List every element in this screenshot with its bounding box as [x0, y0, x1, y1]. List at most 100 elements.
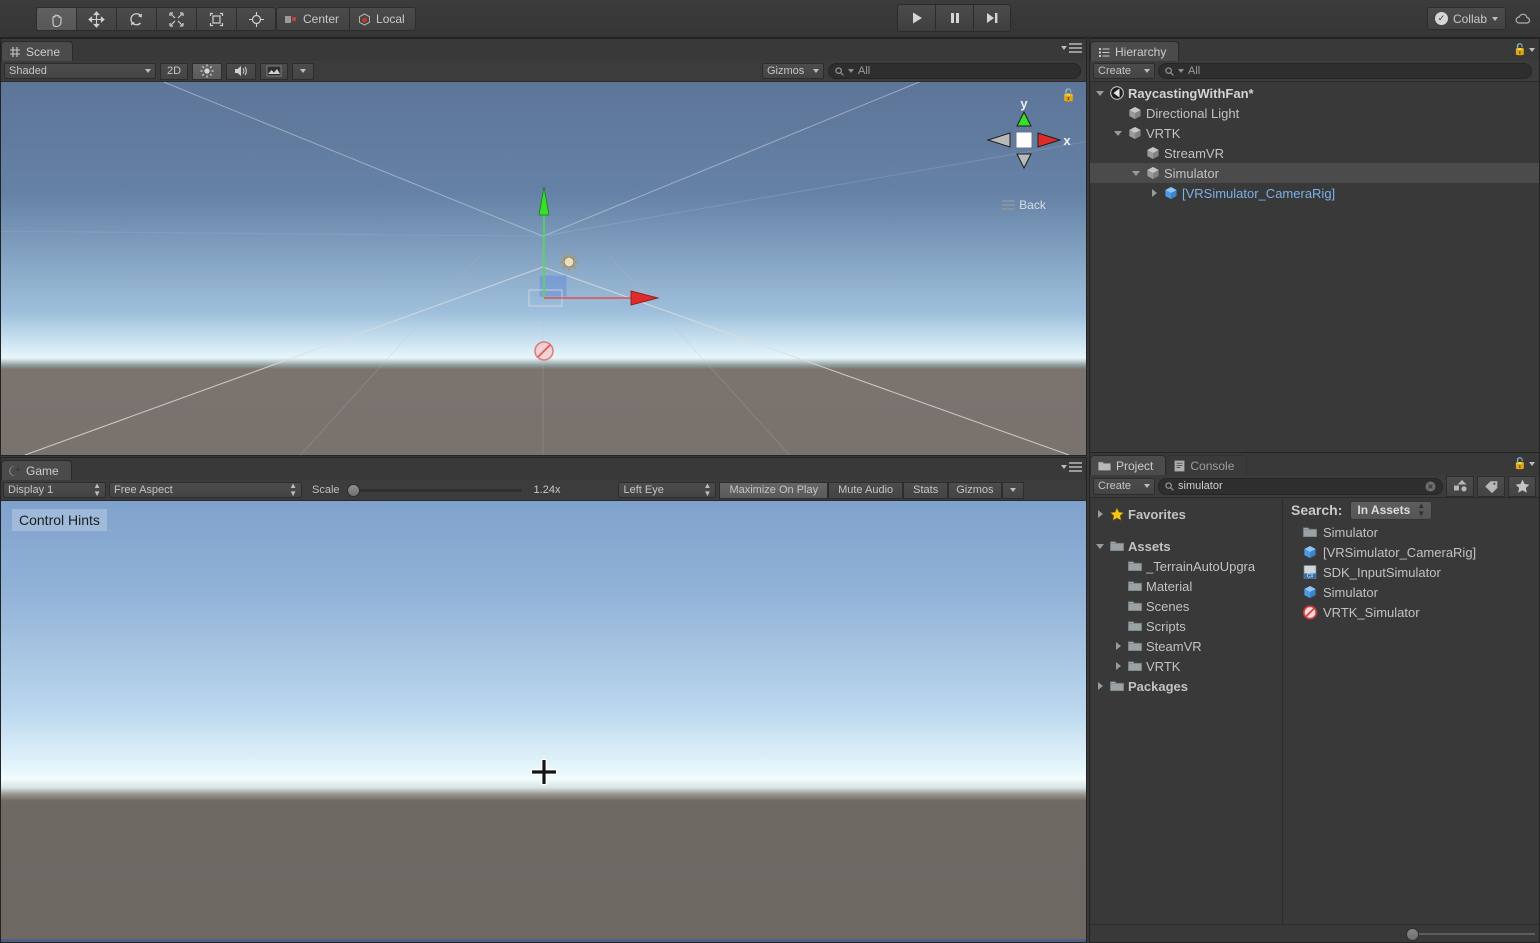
project-footer — [1090, 924, 1539, 942]
project-result-item[interactable]: Simulator — [1283, 522, 1539, 542]
gizmo-view-label-row[interactable]: Back — [974, 198, 1074, 212]
lock-icon[interactable]: 🔓 — [1513, 43, 1527, 56]
chevron-down-icon — [145, 69, 151, 73]
pivot-mode-button[interactable]: Center — [276, 7, 349, 31]
scene-orientation-gizmo[interactable]: y x 🔓 Back — [974, 90, 1074, 215]
draw-mode-dropdown[interactable]: Shaded — [4, 63, 156, 79]
project-tree-item-favorites[interactable]: Favorites — [1090, 504, 1282, 524]
tab-project[interactable]: Project — [1090, 455, 1166, 475]
project-result-item[interactable]: [VRSimulator_CameraRig] — [1283, 542, 1539, 562]
svg-text:C#: C# — [1307, 574, 1314, 579]
scene-panel-menu[interactable] — [1061, 43, 1082, 53]
scene-effects-button[interactable] — [260, 63, 288, 80]
game-gizmos-button[interactable]: Gizmos — [948, 482, 1001, 499]
rect-tool-button[interactable] — [196, 7, 236, 31]
tree-twisty[interactable] — [1148, 189, 1160, 197]
project-tree-item-assets[interactable]: Assets — [1090, 536, 1282, 556]
hierarchy-item-label: RaycastingWithFan* — [1128, 86, 1254, 101]
project-tree-item-steamvr[interactable]: SteamVR — [1090, 636, 1282, 656]
gameobject-icon — [1128, 126, 1142, 140]
collab-label: Collab — [1453, 12, 1487, 26]
project-result-item[interactable]: VRTK_Simulator — [1283, 602, 1539, 622]
tree-twisty[interactable] — [1112, 131, 1124, 136]
clear-icon[interactable] — [1425, 481, 1436, 492]
hierarchy-panel-menu[interactable]: 🔓 — [1513, 43, 1535, 56]
tab-game[interactable]: Game — [1, 460, 72, 480]
tree-twisty[interactable] — [1130, 171, 1142, 176]
scene-lighting-button[interactable] — [192, 63, 222, 80]
hierarchy-item-directional-light[interactable]: Directional Light — [1090, 103, 1539, 123]
aspect-dropdown[interactable]: Free Aspect ▲▼ — [109, 482, 302, 498]
rotate-tool-button[interactable] — [116, 7, 156, 31]
tab-console[interactable]: Console — [1166, 455, 1247, 475]
scene-viewport[interactable]: y x 🔓 Back — [1, 82, 1086, 455]
favorite-search-button[interactable] — [1508, 476, 1536, 497]
tree-twisty[interactable] — [1094, 510, 1106, 518]
collab-button[interactable]: ✓ Collab — [1427, 7, 1506, 30]
hierarchy-item-vrsimulator-camerarig[interactable]: [VRSimulator_CameraRig] — [1090, 183, 1539, 203]
icon-size-slider-knob[interactable] — [1406, 928, 1419, 941]
scene-move-gizmo[interactable] — [491, 165, 691, 365]
filter-by-label-button[interactable] — [1477, 476, 1505, 497]
game-panel-menu[interactable] — [1061, 462, 1082, 472]
icon-size-slider[interactable] — [1407, 933, 1535, 935]
cloud-services-button[interactable] — [1512, 7, 1534, 30]
lock-icon[interactable]: 🔓 — [1513, 457, 1527, 470]
transform-tool-button[interactable] — [236, 7, 276, 31]
game-viewport[interactable] — [1, 501, 1086, 942]
eye-dropdown[interactable]: Left Eye ▲▼ — [618, 482, 716, 498]
mute-audio-button[interactable]: Mute Audio — [828, 482, 903, 499]
project-tree-item-scenes[interactable]: Scenes — [1090, 596, 1282, 616]
filter-by-type-button[interactable] — [1446, 476, 1474, 497]
space-mode-button[interactable]: Local — [349, 7, 416, 31]
project-results-pane[interactable]: Search: In Assets ▲▼ Simulator[VRSimulat… — [1283, 498, 1539, 924]
move-tool-button[interactable] — [76, 7, 116, 31]
project-tree-item-material[interactable]: Material — [1090, 576, 1282, 596]
scale-slider[interactable] — [347, 489, 522, 492]
project-create-button[interactable]: Create — [1093, 478, 1155, 495]
tree-twisty[interactable] — [1094, 91, 1106, 96]
project-tree-item-terrainautoupgra[interactable]: _TerrainAutoUpgra — [1090, 556, 1282, 576]
pause-button[interactable] — [935, 4, 973, 32]
project-search-results[interactable]: Simulator[VRSimulator_CameraRig]C#SDK_In… — [1283, 522, 1539, 622]
hierarchy-create-button[interactable]: Create — [1093, 63, 1155, 79]
stats-button[interactable]: Stats — [903, 482, 948, 499]
tree-twisty[interactable] — [1094, 544, 1106, 549]
2d-toggle-button[interactable]: 2D — [160, 63, 188, 80]
maximize-on-play-button[interactable]: Maximize On Play — [719, 482, 828, 499]
project-tree-label: _TerrainAutoUpgra — [1146, 559, 1255, 574]
project-search-input[interactable]: simulator — [1158, 478, 1443, 495]
project-tree-item-vrtk[interactable]: VRTK — [1090, 656, 1282, 676]
tree-twisty[interactable] — [1094, 682, 1106, 690]
scale-tool-button[interactable] — [156, 7, 196, 31]
project-tree-item-packages[interactable]: Packages — [1090, 676, 1282, 696]
gizmo-lock-icon[interactable]: 🔓 — [1061, 88, 1076, 102]
hierarchy-item-simulator[interactable]: Simulator — [1090, 163, 1539, 183]
scene-gizmos-dropdown[interactable]: Gizmos — [762, 63, 824, 79]
display-dropdown[interactable]: Display 1 ▲▼ — [3, 482, 106, 498]
tab-scene[interactable]: Scene — [1, 41, 73, 61]
tab-hierarchy[interactable]: Hierarchy — [1090, 41, 1179, 61]
step-button[interactable] — [973, 4, 1011, 32]
hierarchy-item-streamvr[interactable]: StreamVR — [1090, 143, 1539, 163]
scene-audio-button[interactable] — [226, 63, 256, 80]
hierarchy-item-raycastingwithfan[interactable]: RaycastingWithFan* — [1090, 83, 1539, 103]
scene-effects-dropdown[interactable] — [292, 63, 314, 80]
game-gizmos-dropdown[interactable] — [1002, 482, 1024, 499]
project-folder-tree[interactable]: Favorites Assets _TerrainAutoUpgra Material… — [1090, 498, 1283, 924]
hand-tool-button[interactable] — [36, 7, 76, 31]
hierarchy-item-vrtk[interactable]: VRTK — [1090, 123, 1539, 143]
play-button[interactable] — [897, 4, 935, 32]
scene-search-input[interactable]: All — [828, 63, 1081, 79]
project-toolbar: Create simulator — [1090, 475, 1539, 498]
project-tree-item-scripts[interactable]: Scripts — [1090, 616, 1282, 636]
project-result-item[interactable]: C#SDK_InputSimulator — [1283, 562, 1539, 582]
project-panel-menu[interactable]: 🔓 — [1513, 457, 1535, 470]
scale-slider-knob[interactable] — [347, 484, 360, 497]
project-result-item[interactable]: Simulator — [1283, 582, 1539, 602]
tree-twisty[interactable] — [1112, 662, 1124, 670]
hierarchy-tree[interactable]: RaycastingWithFan*Directional LightVRTKS… — [1090, 83, 1539, 455]
search-scope-dropdown[interactable]: In Assets ▲▼ — [1350, 501, 1432, 520]
hierarchy-search-input[interactable]: All — [1158, 63, 1532, 79]
tree-twisty[interactable] — [1112, 642, 1124, 650]
